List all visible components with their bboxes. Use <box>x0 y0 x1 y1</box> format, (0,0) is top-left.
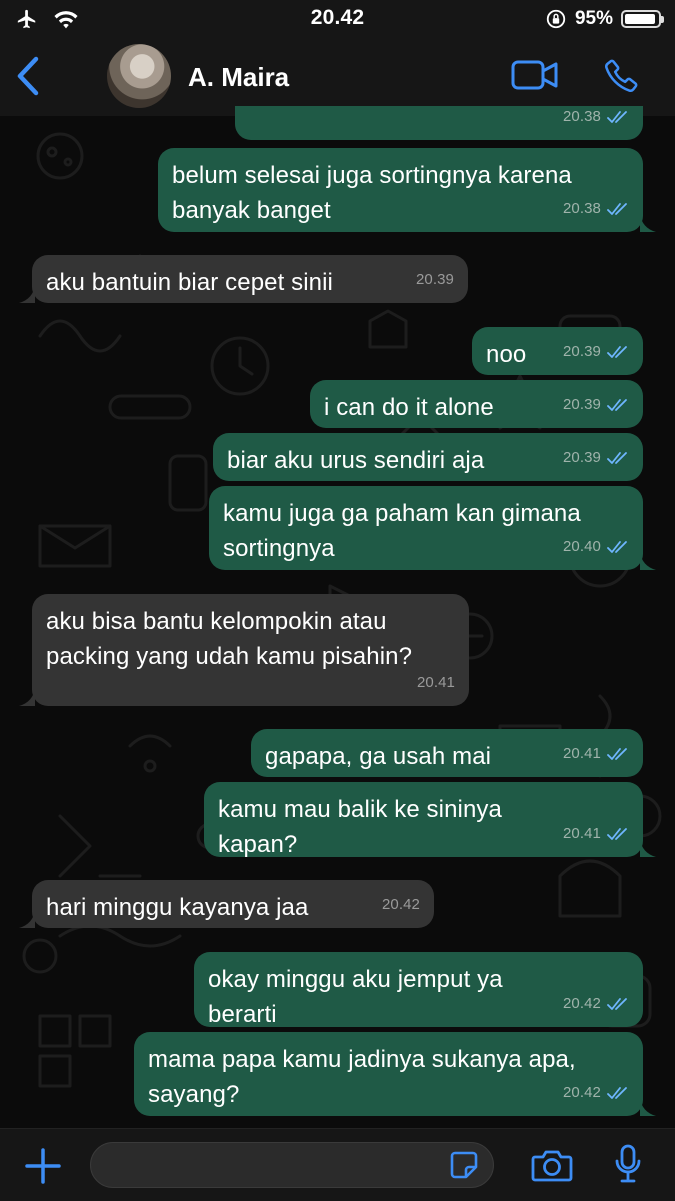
message-meta: 20.39 <box>563 440 629 475</box>
outgoing-message[interactable]: kamu mau balik ke sininya kapan? 20.41 <box>204 782 656 858</box>
message-time: 20.40 <box>562 538 601 555</box>
double-check-icon <box>607 110 627 123</box>
double-check-icon <box>607 451 627 464</box>
orientation-lock-icon <box>546 9 566 29</box>
outgoing-message[interactable]: gapapa, ga usah mai 20.41 <box>251 729 643 777</box>
battery-icon <box>621 10 664 28</box>
input-bar <box>0 1128 675 1201</box>
message-time: 20.42 <box>562 1084 601 1101</box>
outgoing-message[interactable]: kamu juga ga paham kan gimana sortingnya… <box>209 486 656 570</box>
message-meta: 20.39 <box>416 262 454 297</box>
message-meta: 20.38 <box>563 191 629 226</box>
message-text: aku bisa bantu kelompokin atau packing y… <box>46 608 413 670</box>
message-input[interactable] <box>90 1142 494 1188</box>
message-time: 20.42 <box>381 896 420 913</box>
bubble-tail <box>19 910 35 928</box>
double-check-icon <box>607 398 627 411</box>
message-meta: 20.40 <box>563 529 629 564</box>
message-time: 20.41 <box>562 825 601 842</box>
video-call-icon[interactable] <box>511 58 559 92</box>
bubble-tail <box>640 552 656 570</box>
bubble-tail <box>640 1098 656 1116</box>
message-time: 20.38 <box>562 200 601 217</box>
message-meta: 20.41 <box>417 665 455 700</box>
message-time: 20.39 <box>562 396 601 413</box>
message-meta: 20.42 <box>563 986 629 1021</box>
double-check-icon <box>607 540 627 553</box>
double-check-icon <box>607 747 627 760</box>
battery-percentage: 95% <box>574 8 613 29</box>
contact-name[interactable]: A. Maira <box>188 62 289 93</box>
microphone-icon[interactable] <box>614 1144 642 1184</box>
message-meta: 20.42 <box>382 887 420 922</box>
message-time: 20.41 <box>562 745 601 762</box>
message-meta: 20.41 <box>563 816 629 851</box>
message-text: mama papa kamu jadinya sukanya apa, saya… <box>148 1046 576 1108</box>
bubble-tail <box>19 285 35 303</box>
outgoing-message[interactable]: 20.38 <box>235 106 643 140</box>
outgoing-message[interactable]: noo 20.39 <box>472 327 643 375</box>
phone-call-icon[interactable] <box>603 56 641 94</box>
message-meta: 20.39 <box>563 387 629 422</box>
message-time: 20.41 <box>416 674 455 691</box>
message-meta: 20.41 <box>563 736 629 771</box>
double-check-icon <box>607 345 627 358</box>
message-text: belum selesai juga sortingnya karena ban… <box>172 162 572 224</box>
sticker-icon[interactable] <box>449 1150 479 1180</box>
message-meta: 20.38 <box>563 99 629 134</box>
outgoing-message[interactable]: biar aku urus sendiri aja 20.39 <box>213 433 643 481</box>
message-time: 20.39 <box>562 343 601 360</box>
outgoing-message[interactable]: belum selesai juga sortingnya karena ban… <box>158 148 656 232</box>
double-check-icon <box>607 827 627 840</box>
plus-icon[interactable] <box>24 1147 62 1185</box>
outgoing-message[interactable]: mama papa kamu jadinya sukanya apa, saya… <box>134 1032 656 1116</box>
double-check-icon <box>607 997 627 1010</box>
double-check-icon <box>607 1086 627 1099</box>
message-time: 20.38 <box>562 108 601 125</box>
bubble-tail <box>640 839 656 857</box>
avatar[interactable] <box>107 44 171 108</box>
message-text: aku bantuin biar cepet sinii <box>46 269 333 296</box>
message-meta: 20.39 <box>563 334 629 369</box>
double-check-icon <box>607 202 627 215</box>
message-time: 20.42 <box>562 995 601 1012</box>
status-bar: 20.42 95% <box>0 0 675 38</box>
back-chevron-icon[interactable] <box>12 54 46 98</box>
message-meta: 20.42 <box>563 1075 629 1110</box>
incoming-message[interactable]: hari minggu kayanya jaa 20.42 <box>19 880 434 928</box>
message-time: 20.39 <box>562 449 601 466</box>
camera-icon[interactable] <box>531 1148 573 1182</box>
outgoing-message[interactable]: i can do it alone 20.39 <box>310 380 643 428</box>
incoming-message[interactable]: aku bantuin biar cepet sinii 20.39 <box>19 255 468 303</box>
bubble-tail <box>19 688 35 706</box>
incoming-message[interactable]: aku bisa bantu kelompokin atau packing y… <box>19 594 469 706</box>
message-time: 20.39 <box>415 271 454 288</box>
bubble-tail <box>640 214 656 232</box>
outgoing-message[interactable]: okay minggu aku jemput ya berarti 20.42 <box>194 952 643 1028</box>
message-text: hari minggu kayanya jaa <box>46 894 309 921</box>
